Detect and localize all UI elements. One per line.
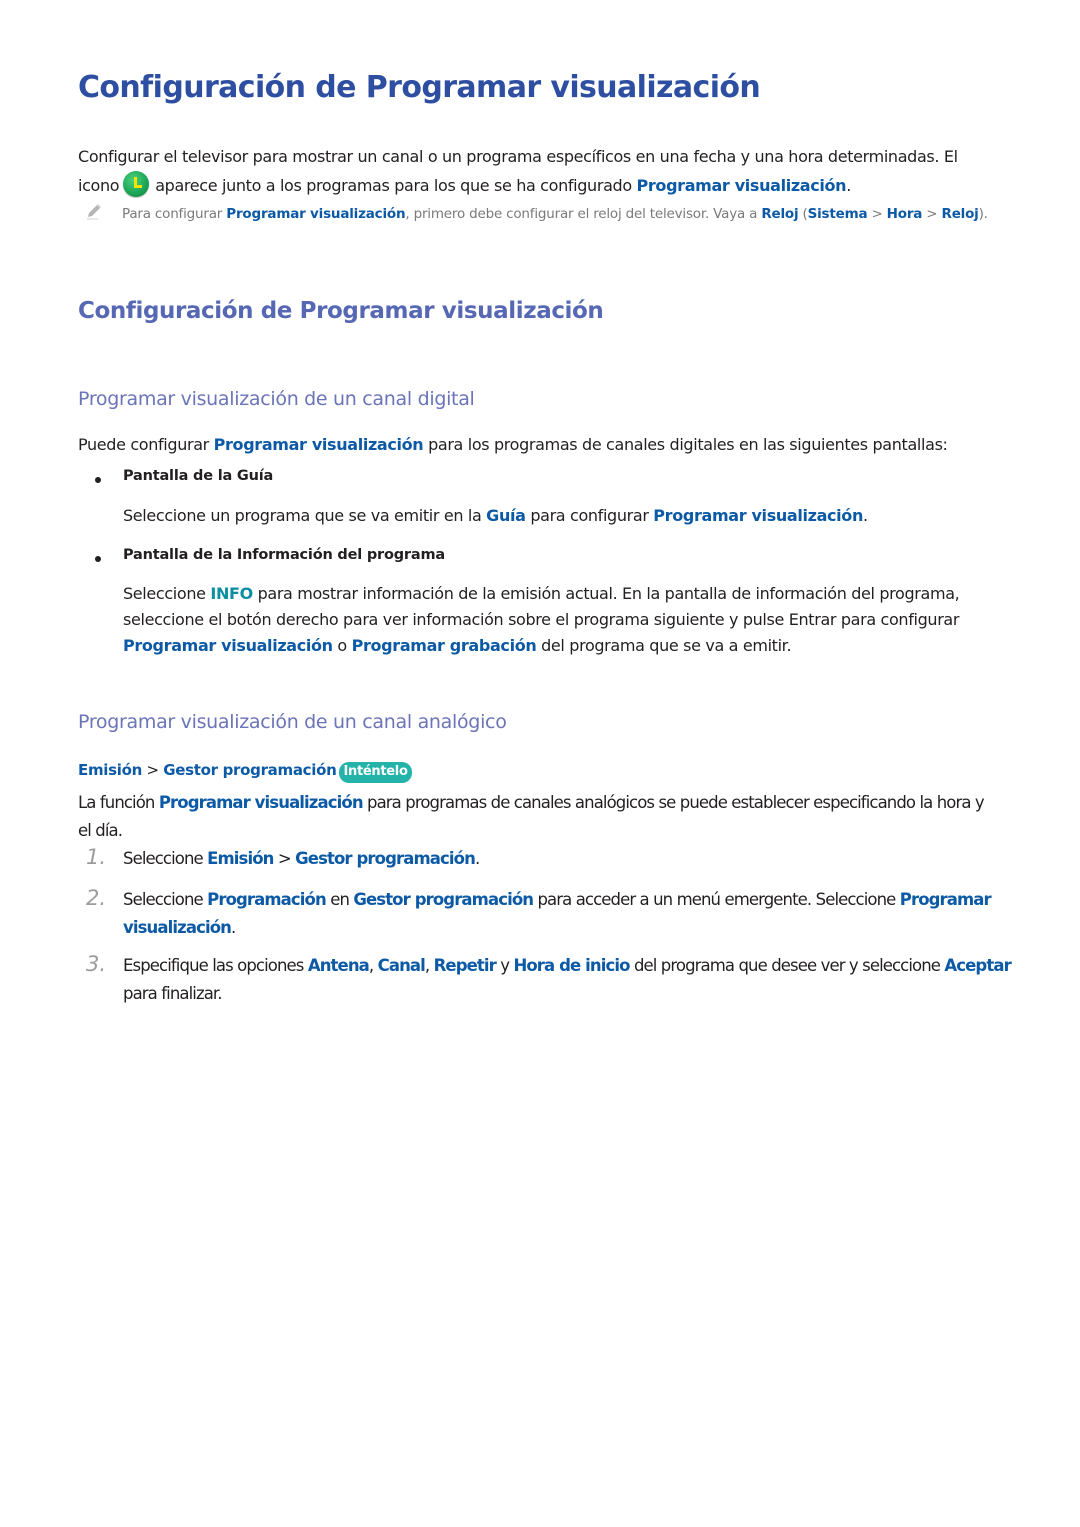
path-emision[interactable]: Emisión <box>78 761 142 779</box>
analog-heading: Programar visualización de un canal anal… <box>78 711 507 733</box>
step-2: Seleccione Programación en Gestor progra… <box>123 886 1013 942</box>
digital-intro-text: para los programas de canales digitales … <box>423 435 948 454</box>
step-text: , <box>424 956 434 975</box>
step-text: del programa que desee ver y seleccione <box>629 956 945 975</box>
bullet-text: para configurar <box>525 506 654 525</box>
link-programacion[interactable]: Programación <box>207 890 327 909</box>
breadcrumb-separator: > <box>141 761 164 779</box>
step-text: Seleccione <box>123 890 208 909</box>
bullet-desc-info: Seleccione INFO para mostrar información… <box>123 581 1013 659</box>
bullet-text: o <box>332 636 352 655</box>
note-text: ). <box>978 206 988 222</box>
step-number: 2. <box>86 886 107 910</box>
step-number: 3. <box>86 952 107 976</box>
breadcrumb-separator: > <box>867 206 887 222</box>
link-reloj[interactable]: Reloj <box>942 206 979 222</box>
bullet-icon <box>95 477 101 483</box>
digital-intro-text: Puede configurar <box>78 435 214 454</box>
intro-paragraph: Configurar el televisor para mostrar un … <box>78 143 1008 200</box>
section-title: Configuración de Programar visualización <box>78 298 604 324</box>
menu-path: Emisión > Gestor programación Inténtelo <box>78 759 412 783</box>
analog-intro: La función Programar visualización para … <box>78 789 988 845</box>
link-guia[interactable]: Guía <box>486 506 526 525</box>
link-emision[interactable]: Emisión <box>207 849 274 868</box>
info-button-label[interactable]: INFO <box>210 584 253 603</box>
intro-text: . <box>846 176 851 195</box>
link-gestor-programacion[interactable]: Gestor programación <box>295 849 476 868</box>
breadcrumb-separator: > <box>273 849 296 868</box>
link-programar-grabacion[interactable]: Programar grabación <box>352 636 537 655</box>
step-text: . <box>230 918 236 937</box>
step-number: 1. <box>86 845 107 869</box>
digital-intro: Puede configurar Programar visualización… <box>78 431 1008 459</box>
link-programar-visualizacion[interactable]: Programar visualización <box>159 793 364 812</box>
step-text: en <box>325 890 354 909</box>
step-text: Seleccione <box>123 849 208 868</box>
bullet-icon <box>95 556 101 562</box>
step-1: Seleccione Emisión > Gestor programación… <box>123 845 1013 873</box>
step-text: . <box>474 849 480 868</box>
intro-text: icono <box>78 176 120 195</box>
pencil-icon <box>87 204 101 220</box>
link-aceptar[interactable]: Aceptar <box>944 956 1011 975</box>
step-text: y <box>495 956 514 975</box>
link-antena[interactable]: Antena <box>308 956 370 975</box>
link-reloj[interactable]: Reloj <box>761 206 798 222</box>
page-title: Configuración de Programar visualización <box>78 70 761 105</box>
link-programar-visualizacion[interactable]: Programar visualización <box>226 206 405 222</box>
link-programar-visualizacion[interactable]: Programar visualización <box>123 636 333 655</box>
link-programar-visualizacion[interactable]: Programar visualización <box>653 506 863 525</box>
step-text: , <box>368 956 378 975</box>
breadcrumb-separator: > <box>922 206 942 222</box>
step-3: Especifique las opciones Antena, Canal, … <box>123 952 1013 1008</box>
bullet-text: Seleccione <box>123 584 211 603</box>
note-text: Para configurar <box>122 206 227 222</box>
note: Para configurar Programar visualización,… <box>122 203 1002 226</box>
link-programar-visualizacion[interactable]: Programar visualización <box>214 435 424 454</box>
note-text: ( <box>798 206 808 222</box>
intro-text: Configurar el televisor para mostrar un … <box>78 147 958 166</box>
bullet-desc-guia: Seleccione un programa que se va emitir … <box>123 502 1013 530</box>
link-canal[interactable]: Canal <box>378 956 426 975</box>
intro-text: aparece junto a los programas para los q… <box>155 176 637 195</box>
digital-heading: Programar visualización de un canal digi… <box>78 388 475 410</box>
bullet-title-info: Pantalla de la Información del programa <box>123 547 445 563</box>
bullet-text: del programa que se va a emitir. <box>536 636 792 655</box>
link-sistema[interactable]: Sistema <box>808 206 868 222</box>
bullet-text: Seleccione un programa que se va emitir … <box>123 506 487 525</box>
link-hora-de-inicio[interactable]: Hora de inicio <box>513 956 630 975</box>
link-repetir[interactable]: Repetir <box>434 956 497 975</box>
path-gestor-programacion[interactable]: Gestor programación <box>163 761 337 779</box>
step-text: para acceder a un menú emergente. Selecc… <box>533 890 900 909</box>
bullet-title-guia: Pantalla de la Guía <box>123 468 274 484</box>
bullet-text: . <box>862 506 868 525</box>
link-gestor-programacion[interactable]: Gestor programación <box>353 890 534 909</box>
note-text: , primero debe configurar el reloj del t… <box>405 206 762 222</box>
clock-icon <box>123 171 150 197</box>
analog-intro-text: La función <box>78 793 159 812</box>
step-text: Especifique las opciones <box>123 956 308 975</box>
link-hora[interactable]: Hora <box>887 206 923 222</box>
try-now-button[interactable]: Inténtelo <box>339 762 412 783</box>
step-text: para finalizar. <box>123 984 223 1003</box>
link-programar-visualizacion[interactable]: Programar visualización <box>637 176 847 195</box>
